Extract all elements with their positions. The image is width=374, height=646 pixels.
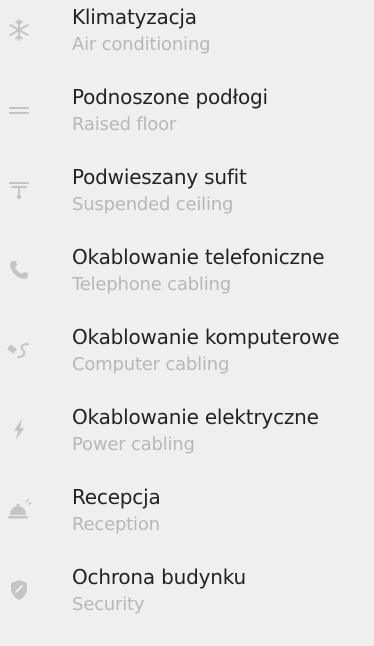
reception-bell-icon xyxy=(5,496,33,524)
item-subtitle: Telephone cabling xyxy=(72,274,231,295)
snowflake-icon xyxy=(5,16,33,44)
list-item-power-cabling: Okablowanie elektryczne Power cabling xyxy=(0,400,374,480)
computer-cable-icon xyxy=(5,336,33,364)
item-subtitle: Power cabling xyxy=(72,434,195,455)
list-item-computer-cabling: Okablowanie komputerowe Computer cabling xyxy=(0,320,374,400)
item-title: Ochrona budynku xyxy=(72,565,246,589)
item-title: Podwieszany sufit xyxy=(72,165,247,189)
list-item-raised-floor: Podnoszone podłogi Raised floor xyxy=(0,80,374,160)
item-title: Recepcja xyxy=(72,485,161,509)
list-item-air-conditioning: Klimatyzacja Air conditioning xyxy=(0,0,374,80)
item-subtitle: Reception xyxy=(72,514,160,535)
item-title: Okablowanie telefoniczne xyxy=(72,245,325,269)
item-title: Okablowanie elektryczne xyxy=(72,405,319,429)
item-subtitle: Suspended ceiling xyxy=(72,194,234,215)
item-subtitle: Security xyxy=(72,594,145,615)
raised-floor-icon xyxy=(5,96,33,124)
phone-icon xyxy=(5,256,33,284)
list-item-reception: Recepcja Reception xyxy=(0,480,374,560)
item-subtitle: Air conditioning xyxy=(72,34,211,55)
list-item-telephone-cabling: Okablowanie telefoniczne Telephone cabli… xyxy=(0,240,374,320)
amenities-list: Klimatyzacja Air conditioning Podnoszone… xyxy=(0,0,374,646)
item-subtitle: Raised floor xyxy=(72,114,177,135)
suspended-ceiling-icon xyxy=(5,176,33,204)
item-title: Podnoszone podłogi xyxy=(72,85,268,109)
list-item-security: Ochrona budynku Security xyxy=(0,560,374,640)
item-title: Okablowanie komputerowe xyxy=(72,325,340,349)
lightning-icon xyxy=(5,416,33,444)
list-item-suspended-ceiling: Podwieszany sufit Suspended ceiling xyxy=(0,160,374,240)
item-subtitle: Computer cabling xyxy=(72,354,230,375)
item-title: Klimatyzacja xyxy=(72,5,197,29)
shield-icon xyxy=(5,576,33,604)
